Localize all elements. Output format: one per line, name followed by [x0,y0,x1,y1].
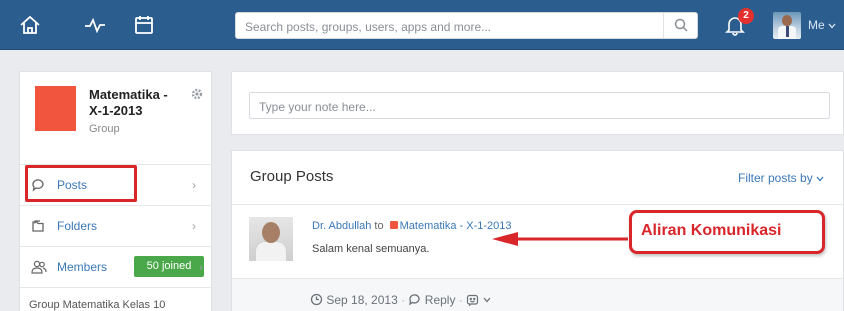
group-description-row: Group Matematika Kelas 10 [20,287,213,311]
gear-icon[interactable] [191,87,203,105]
user-avatar[interactable] [773,12,801,39]
top-navigation-bar: Search posts, groups, users, apps and mo… [0,0,844,50]
chevron-right-icon: › [192,219,196,233]
emoji-icon [467,294,479,307]
note-composer-card: Type your note here... [231,71,844,135]
sidebar-item-folders[interactable]: Folders › [20,205,213,246]
search-button[interactable] [663,13,697,38]
annotation-arrow [492,232,628,246]
reply-icon [409,294,421,306]
chevron-right-icon: › [192,178,196,192]
post-author-link[interactable]: Dr. Abdullah [312,220,371,232]
note-input[interactable]: Type your note here... [249,92,830,119]
post-footer: Sep 18, 2013 · Reply · [232,278,843,311]
folder-icon [31,219,45,238]
annotation-label: Aliran Komunikasi [641,222,782,239]
chevron-right-icon: › [199,260,203,274]
clock-icon [310,294,323,306]
post-date[interactable]: Sep 18, 2013 [326,293,397,307]
group-avatar [35,86,76,131]
filter-posts-dropdown[interactable]: Filter posts by [738,171,824,185]
calendar-icon[interactable] [131,12,157,38]
chevron-down-icon [816,176,824,182]
sidebar-item-members[interactable]: Members 50 joined › [20,246,213,287]
post-text: Salam kenal semuanya. [312,243,430,255]
me-menu-label[interactable]: Me [808,18,836,32]
sidebar-item-label: Folders [57,219,98,233]
members-icon [31,260,47,279]
note-input-placeholder: Type your note here... [259,100,376,114]
author-avatar[interactable] [249,217,293,261]
group-name[interactable]: Matematika - X-1-2013 [89,87,179,119]
reply-button[interactable]: Reply [425,293,456,307]
group-posts-title: Group Posts [250,168,334,185]
members-joined-badge: 50 joined [134,256,204,277]
chevron-down-icon [828,23,836,29]
search-input[interactable]: Search posts, groups, users, apps and mo… [245,20,491,34]
annotation-callout: Aliran Komunikasi [629,210,825,254]
divider [232,204,843,205]
search-box[interactable]: Search posts, groups, users, apps and mo… [235,12,698,39]
group-description: Group Matematika Kelas 10 [29,299,166,311]
reaction-button[interactable] [466,293,490,307]
sidebar-item-label: Members [57,260,108,274]
notification-count-badge: 2 [738,8,754,24]
search-icon [674,18,688,32]
posts-highlight-box [25,165,137,202]
activity-icon[interactable] [82,12,108,38]
group-color-square [389,221,398,229]
group-type-label: Group [89,123,120,135]
home-icon[interactable] [17,12,43,38]
post-connector: to [374,220,384,232]
post-header: Dr. Abdullah to Matematika - X-1-2013 [312,220,512,232]
chevron-down-icon [483,298,490,303]
